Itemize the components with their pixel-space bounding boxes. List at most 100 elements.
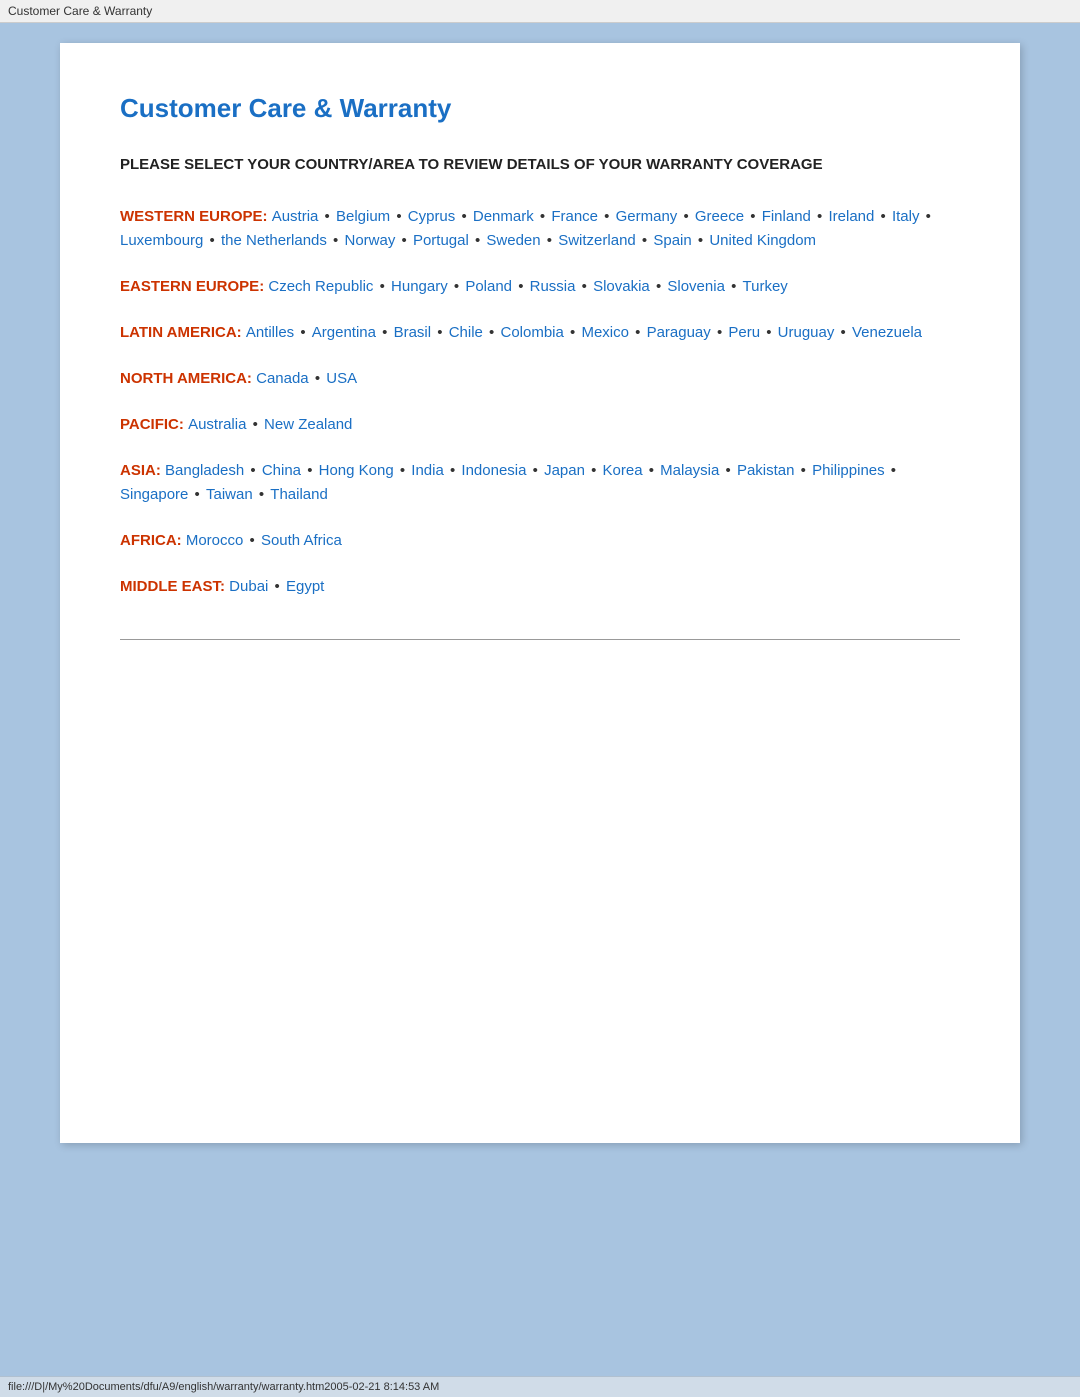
region-pacific: PACIFIC: Australia • New Zealand — [120, 413, 960, 437]
country-link-brasil[interactable]: Brasil — [394, 324, 432, 341]
bullet: • — [694, 232, 708, 249]
country-link-morocco[interactable]: Morocco — [186, 532, 244, 549]
country-link-portugal[interactable]: Portugal — [413, 232, 469, 249]
country-link-spain[interactable]: Spain — [653, 232, 691, 249]
region-latin-america: LATIN AMERICA: Antilles • Argentina • Br… — [120, 321, 960, 345]
country-link-denmark[interactable]: Denmark — [473, 208, 534, 225]
region-asia: ASIA: Bangladesh • China • Hong Kong • I… — [120, 459, 960, 507]
country-link-belgium[interactable]: Belgium — [336, 208, 390, 225]
country-link-pakistan[interactable]: Pakistan — [737, 462, 795, 479]
bullet: • — [713, 324, 727, 341]
country-link-greece[interactable]: Greece — [695, 208, 744, 225]
page-title: Customer Care & Warranty — [120, 93, 960, 124]
region-label-middle-east: MIDDLE EAST: — [120, 578, 229, 595]
country-link-uruguay[interactable]: Uruguay — [778, 324, 835, 341]
country-link-taiwan[interactable]: Taiwan — [206, 486, 253, 503]
country-link-russia[interactable]: Russia — [530, 278, 576, 295]
region-middle-east: MIDDLE EAST: Dubai • Egypt — [120, 575, 960, 599]
country-link-chile[interactable]: Chile — [449, 324, 483, 341]
bullet: • — [652, 278, 666, 295]
bullet: • — [638, 232, 652, 249]
bullet: • — [543, 232, 557, 249]
bullet: • — [329, 232, 343, 249]
country-link-singapore[interactable]: Singapore — [120, 486, 188, 503]
country-link-paraguay[interactable]: Paraguay — [647, 324, 711, 341]
country-link-mexico[interactable]: Mexico — [581, 324, 629, 341]
country-link-slovakia[interactable]: Slovakia — [593, 278, 650, 295]
status-bar-text: file:///D|/My%20Documents/dfu/A9/english… — [8, 1381, 439, 1393]
country-link-hong-kong[interactable]: Hong Kong — [319, 462, 394, 479]
bullet: • — [378, 324, 392, 341]
bullet: • — [876, 208, 890, 225]
bullet: • — [446, 462, 460, 479]
country-link-united-kingdom[interactable]: United Kingdom — [709, 232, 816, 249]
bullet: • — [296, 324, 310, 341]
status-bar: file:///D|/My%20Documents/dfu/A9/english… — [0, 1376, 1080, 1397]
country-link-ireland[interactable]: Ireland — [828, 208, 874, 225]
country-link-norway[interactable]: Norway — [344, 232, 395, 249]
country-link-japan[interactable]: Japan — [544, 462, 585, 479]
region-western-europe: WESTERN EUROPE: Austria • Belgium • Cypr… — [120, 205, 960, 253]
bullet: • — [246, 462, 260, 479]
country-link-india[interactable]: India — [411, 462, 444, 479]
country-link-argentina[interactable]: Argentina — [312, 324, 376, 341]
country-link-the-netherlands[interactable]: the Netherlands — [221, 232, 327, 249]
country-link-italy[interactable]: Italy — [892, 208, 920, 225]
country-link-philippines[interactable]: Philippines — [812, 462, 885, 479]
country-link-sweden[interactable]: Sweden — [486, 232, 540, 249]
country-link-egypt[interactable]: Egypt — [286, 578, 324, 595]
country-link-korea[interactable]: Korea — [603, 462, 643, 479]
country-link-thailand[interactable]: Thailand — [270, 486, 328, 503]
browser-content: Customer Care & Warranty PLEASE SELECT Y… — [0, 23, 1080, 1376]
country-link-hungary[interactable]: Hungary — [391, 278, 448, 295]
bullet: • — [397, 232, 411, 249]
bullet: • — [645, 462, 659, 479]
region-label-western-europe: WESTERN EUROPE: — [120, 208, 272, 225]
bullet: • — [600, 208, 614, 225]
country-link-peru[interactable]: Peru — [728, 324, 760, 341]
bullet: • — [587, 462, 601, 479]
country-link-bangladesh[interactable]: Bangladesh — [165, 462, 244, 479]
bullet: • — [375, 278, 389, 295]
country-link-new-zealand[interactable]: New Zealand — [264, 416, 352, 433]
country-link-finland[interactable]: Finland — [762, 208, 811, 225]
bullet: • — [631, 324, 645, 341]
country-link-switzerland[interactable]: Switzerland — [558, 232, 636, 249]
country-link-austria[interactable]: Austria — [272, 208, 319, 225]
bullet: • — [887, 462, 896, 479]
country-link-china[interactable]: China — [262, 462, 301, 479]
bullet: • — [721, 462, 735, 479]
country-link-venezuela[interactable]: Venezuela — [852, 324, 922, 341]
country-link-germany[interactable]: Germany — [616, 208, 678, 225]
bullet: • — [577, 278, 591, 295]
country-link-cyprus[interactable]: Cyprus — [408, 208, 456, 225]
country-link-dubai[interactable]: Dubai — [229, 578, 268, 595]
country-link-turkey[interactable]: Turkey — [743, 278, 788, 295]
country-link-colombia[interactable]: Colombia — [500, 324, 563, 341]
region-label-asia: ASIA: — [120, 462, 165, 479]
country-link-indonesia[interactable]: Indonesia — [461, 462, 526, 479]
bullet: • — [813, 208, 827, 225]
title-bar-label: Customer Care & Warranty — [8, 4, 152, 18]
country-link-france[interactable]: France — [551, 208, 598, 225]
region-north-america: NORTH AMERICA: Canada • USA — [120, 367, 960, 391]
region-label-eastern-europe: EASTERN EUROPE: — [120, 278, 268, 295]
bullet: • — [679, 208, 693, 225]
bullet: • — [921, 208, 930, 225]
country-link-malaysia[interactable]: Malaysia — [660, 462, 719, 479]
country-link-slovenia[interactable]: Slovenia — [667, 278, 725, 295]
region-label-north-america: NORTH AMERICA: — [120, 370, 256, 387]
bullet: • — [270, 578, 284, 595]
bullet: • — [205, 232, 219, 249]
country-link-australia[interactable]: Australia — [188, 416, 246, 433]
country-link-usa[interactable]: USA — [326, 370, 357, 387]
country-link-czech-republic[interactable]: Czech Republic — [268, 278, 373, 295]
country-link-antilles[interactable]: Antilles — [246, 324, 294, 341]
country-link-luxembourg[interactable]: Luxembourg — [120, 232, 203, 249]
bullet: • — [727, 278, 741, 295]
country-link-south-africa[interactable]: South Africa — [261, 532, 342, 549]
country-link-canada[interactable]: Canada — [256, 370, 309, 387]
bullet: • — [433, 324, 447, 341]
country-link-poland[interactable]: Poland — [465, 278, 512, 295]
bullet: • — [471, 232, 485, 249]
